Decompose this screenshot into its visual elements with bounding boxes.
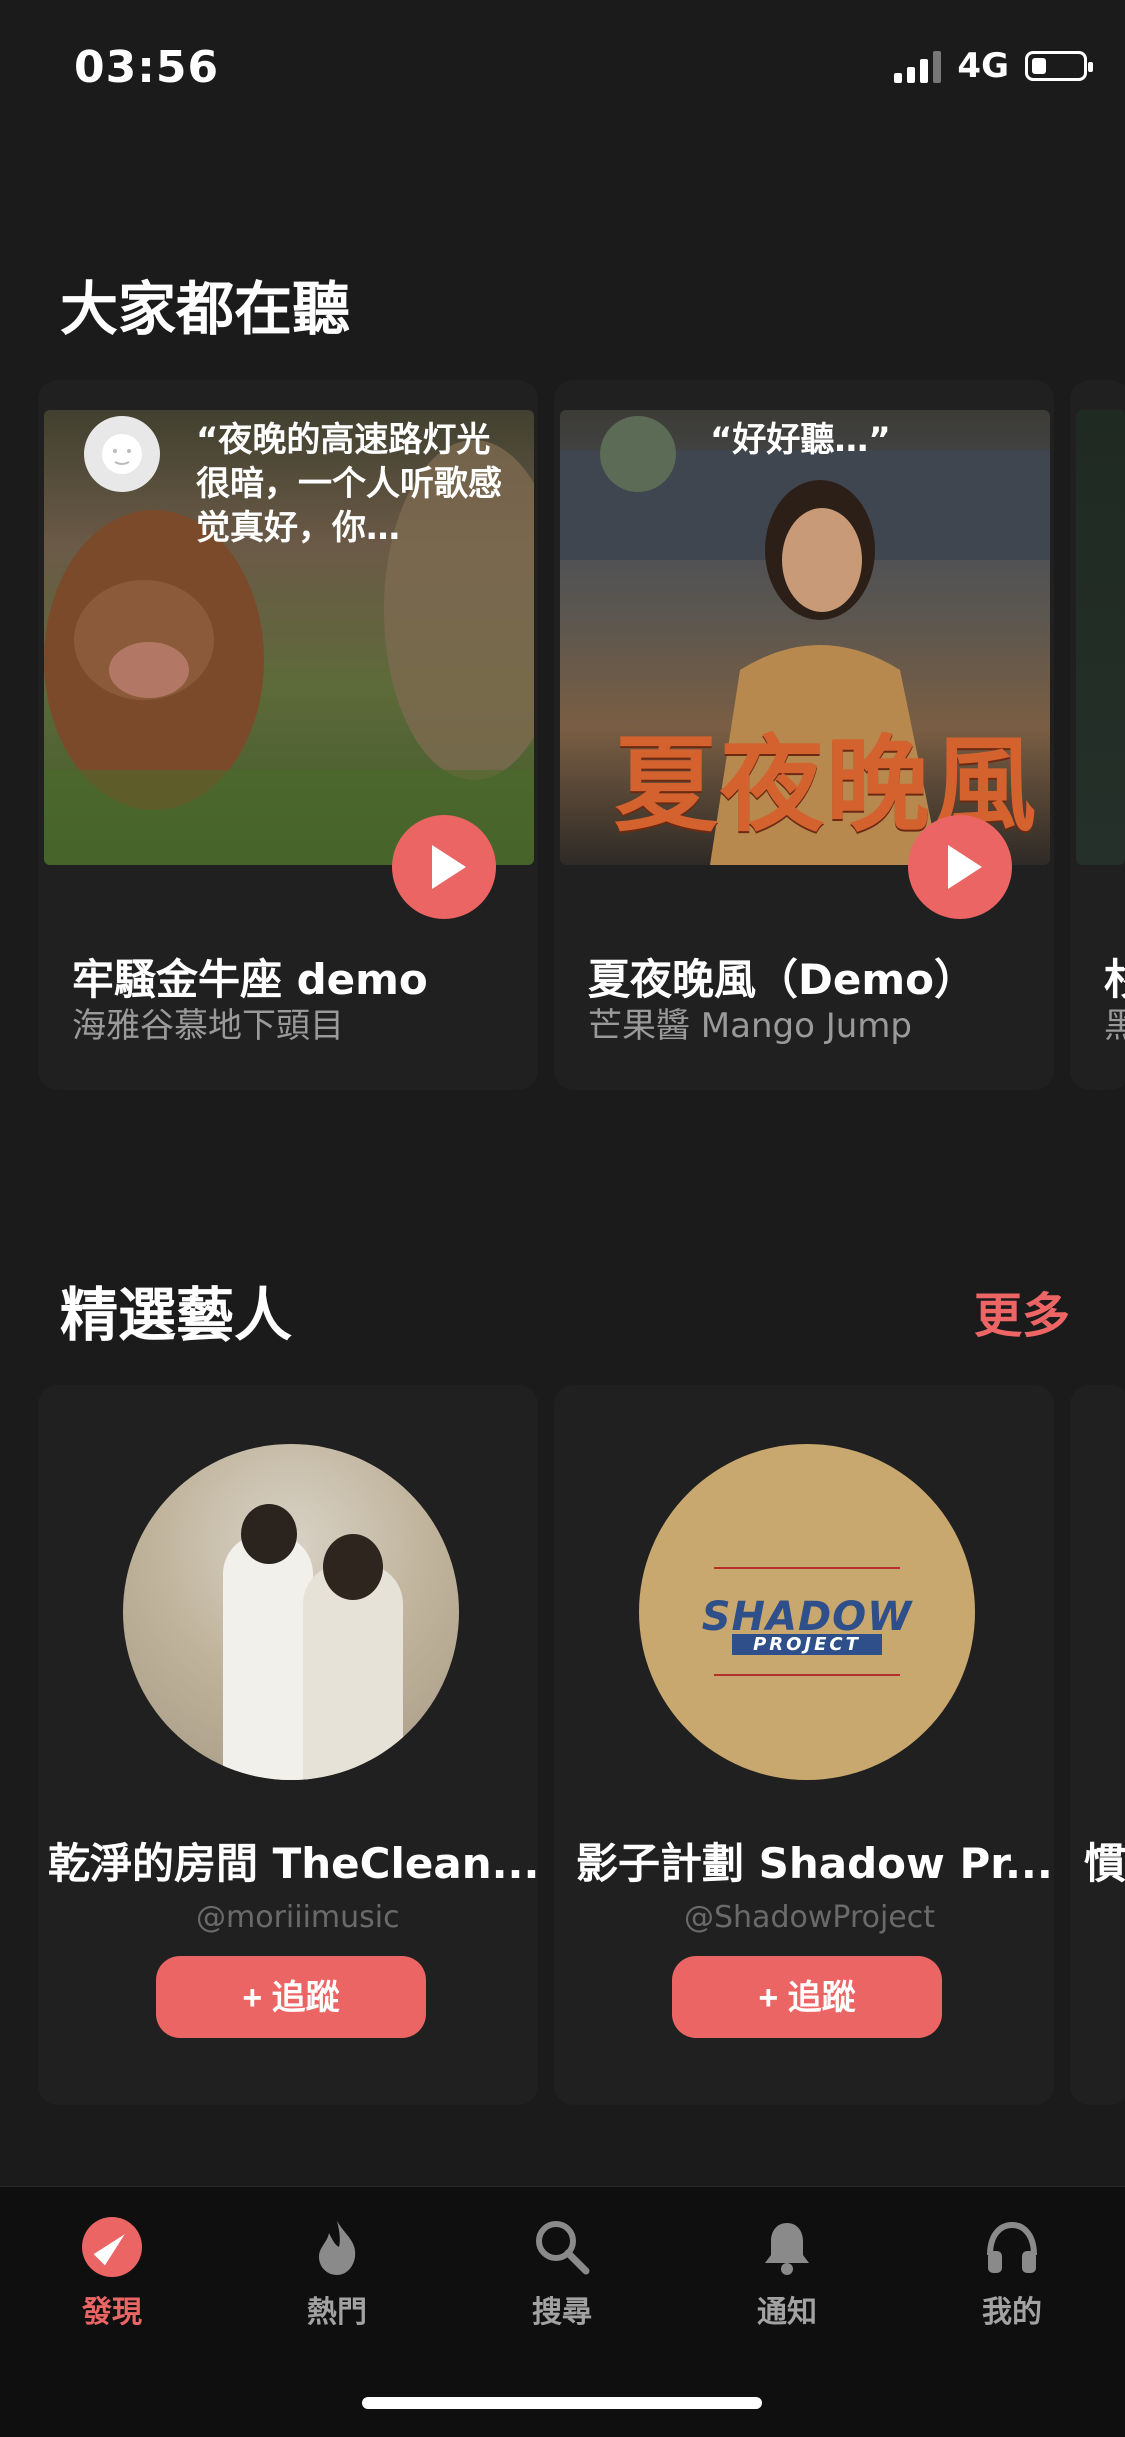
song-cover-image[interactable] — [1076, 410, 1125, 865]
more-link[interactable]: 更多 — [974, 1276, 1070, 1346]
artist-name[interactable]: 慣 — [1084, 1830, 1125, 1891]
tab-label: 發現 — [82, 2295, 142, 2330]
tab-label: 熱門 — [307, 2295, 367, 2330]
card-quote: “好好聽…” — [710, 420, 891, 460]
song-artist[interactable]: 芒果醬 Mango Jump — [588, 998, 912, 1047]
play-button[interactable] — [908, 815, 1012, 919]
follow-button[interactable]: + 追蹤 — [156, 1956, 426, 2038]
section-title-artists: 精選藝人 — [60, 1281, 293, 1349]
user-avatar[interactable] — [84, 416, 160, 492]
tab-mine[interactable]: 我的 — [977, 2217, 1047, 2331]
tab-label: 我的 — [982, 2295, 1042, 2330]
user-avatar[interactable] — [600, 416, 676, 492]
tab-label: 通知 — [757, 2295, 817, 2330]
compass-icon — [82, 2217, 142, 2277]
song-artist[interactable]: 海雅谷慕地下頭目 — [72, 998, 344, 1047]
tab-discover[interactable]: 發現 — [77, 2217, 147, 2331]
bell-icon — [757, 2217, 817, 2277]
flame-icon — [307, 2217, 367, 2277]
play-button[interactable] — [392, 815, 496, 919]
artist-handle: @ShadowProject — [684, 1900, 936, 1935]
status-time: 03:56 — [74, 42, 220, 93]
headphones-icon — [982, 2217, 1042, 2277]
artist-handle: @moriiimusic — [196, 1900, 400, 1935]
status-indicators: 4G — [894, 46, 1093, 86]
search-icon — [532, 2217, 592, 2277]
song-artist[interactable]: 黑 — [1104, 998, 1125, 1047]
network-type: 4G — [957, 46, 1009, 86]
status-bar: 03:56 4G — [0, 40, 1125, 100]
signal-icon — [894, 49, 942, 83]
follow-button[interactable]: + 追蹤 — [672, 1956, 942, 2038]
artist-avatar[interactable]: SHADOW PROJECT — [639, 1444, 975, 1780]
tab-label: 搜尋 — [532, 2295, 592, 2330]
tab-search[interactable]: 搜尋 — [527, 2217, 597, 2331]
home-indicator[interactable] — [362, 2397, 762, 2409]
tab-notifications[interactable]: 通知 — [752, 2217, 822, 2331]
card-quote: “夜晚的高速路灯光很暗，一个人听歌感觉真好，你… — [196, 420, 502, 548]
tab-hot[interactable]: 熱門 — [302, 2217, 372, 2331]
artist-name[interactable]: 影子計劃 Shadow Pr... — [576, 1830, 1053, 1891]
artist-avatar[interactable] — [123, 1444, 459, 1780]
section-title-trending: 大家都在聽 — [60, 275, 351, 343]
battery-icon — [1025, 51, 1093, 81]
artist-name[interactable]: 乾淨的房間 TheClean... — [48, 1830, 539, 1891]
face-icon — [102, 434, 142, 474]
artist-logo: SHADOW PROJECT — [701, 1594, 913, 1655]
artist-card[interactable] — [1070, 1385, 1125, 2105]
